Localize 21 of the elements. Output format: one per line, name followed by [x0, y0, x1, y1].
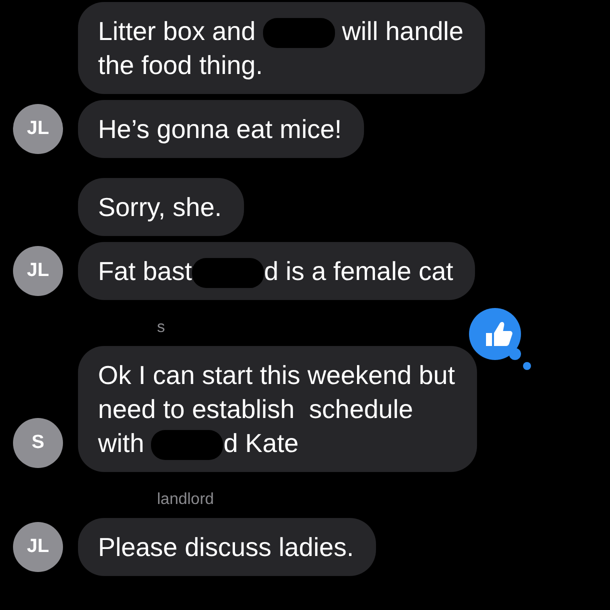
message-text: d is a female cat — [264, 256, 454, 286]
message-text: Ok I can start this weekend but — [98, 360, 455, 390]
message-text: d Kate — [223, 428, 299, 458]
message-bubble[interactable]: Ok I can start this weekend but need to establish schedule with d Kate — [78, 346, 477, 472]
sender-name: landlord — [157, 490, 215, 510]
message-bubble[interactable]: He’s gonna eat mice! — [78, 100, 364, 158]
message-text: Please discuss ladies. — [98, 532, 354, 562]
message-text: with — [98, 428, 146, 458]
message-text: the food thing. — [98, 50, 263, 80]
message-bubble[interactable]: Litter box and will handle the food thing. — [78, 2, 486, 94]
message-bubble[interactable]: Please discuss ladies. — [78, 518, 376, 576]
message-text: He’s gonna eat mice! — [98, 114, 342, 144]
message-bubble[interactable]: Fat bast d is a female cat — [78, 242, 476, 300]
message-text: Sorry, she. — [98, 192, 222, 222]
sender-name: s — [157, 318, 166, 338]
message-text: will handle — [341, 16, 464, 46]
message-text: Fat bast — [98, 256, 192, 286]
message-text: need to establish schedule — [98, 394, 414, 424]
message-bubble[interactable]: Sorry, she. — [78, 178, 244, 236]
message-text: Litter box and — [98, 16, 257, 46]
thumbs-up-reaction-icon[interactable] — [467, 306, 533, 372]
